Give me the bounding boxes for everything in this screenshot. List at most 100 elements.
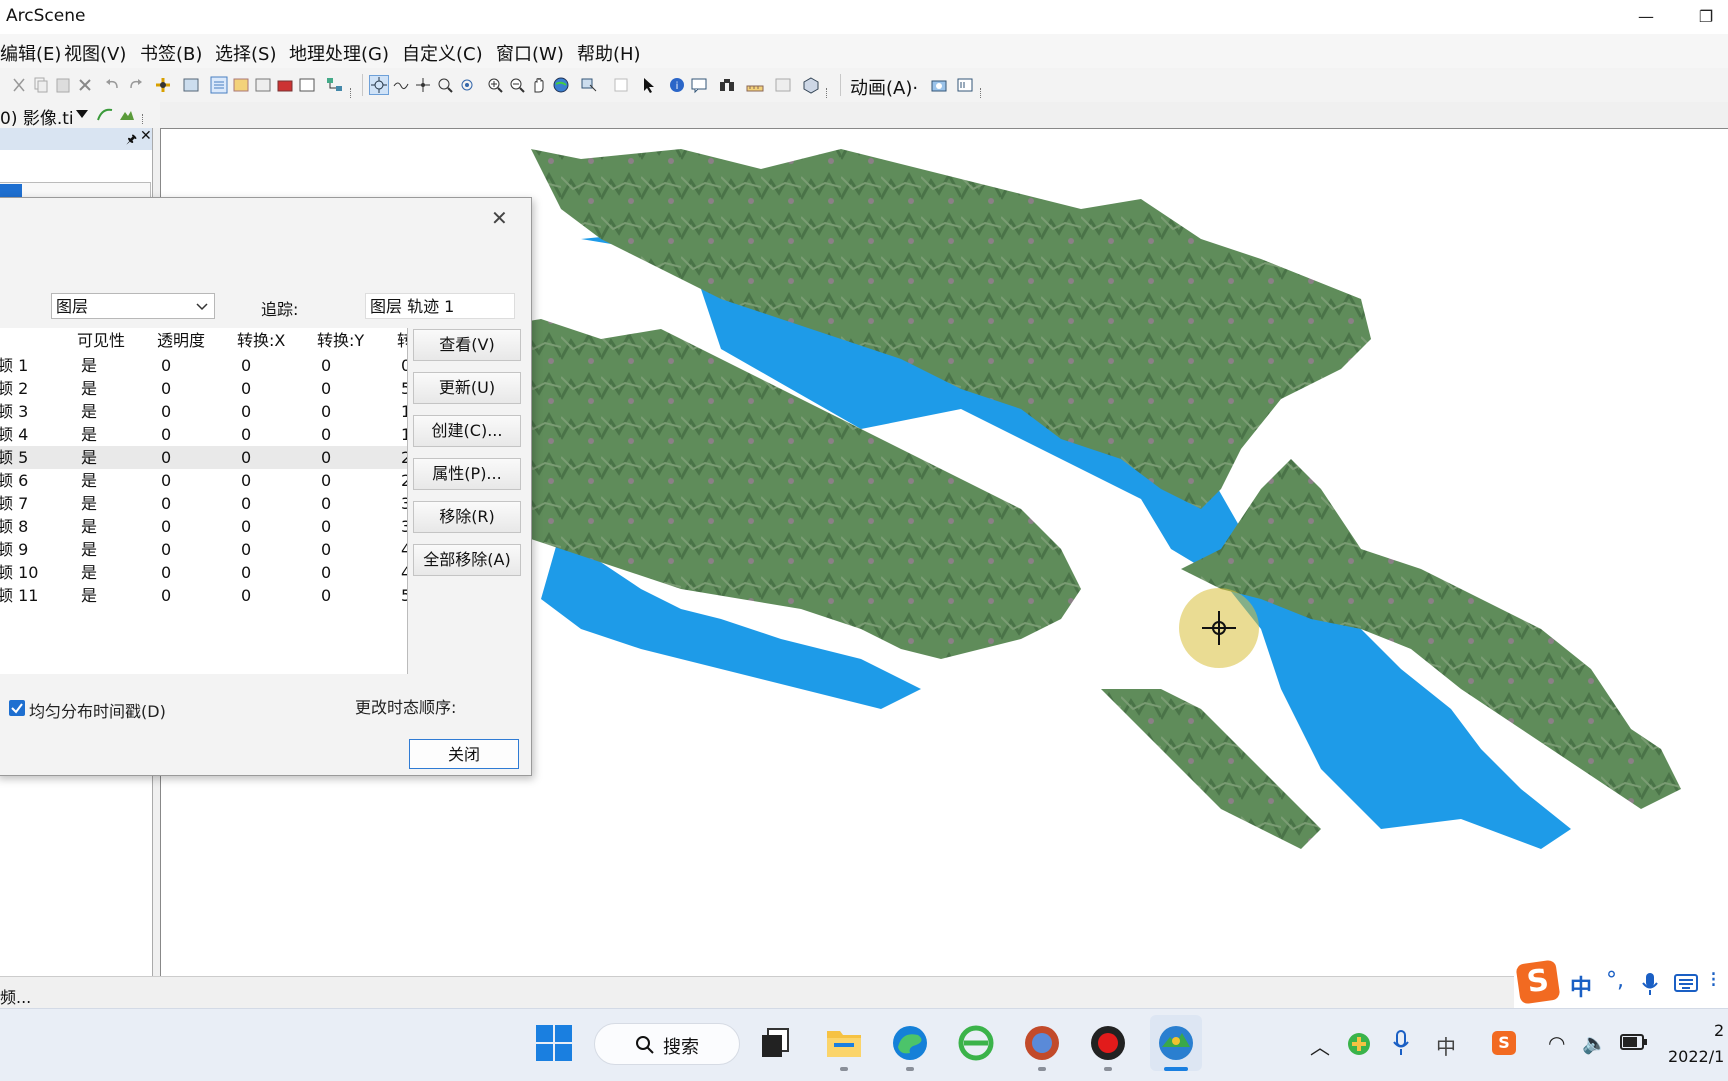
html-popup-icon[interactable] [690,76,708,94]
ime-tray-icon[interactable]: 中 [1436,1031,1456,1060]
volume-icon[interactable]: 🔈 [1582,1031,1607,1055]
table-row[interactable]: 顿 7 是 0 0 0 3 [0,492,407,515]
table-row[interactable]: 顿 3 是 0 0 0 1 [0,400,407,423]
update-button[interactable]: 更新(U) [413,372,521,404]
layer-combo[interactable]: 0) 影像.ti [0,104,74,129]
redo-icon[interactable] [126,76,144,94]
recorder-icon[interactable] [1088,1023,1128,1063]
clear-selection-icon[interactable] [612,76,630,94]
menu-selection[interactable]: 选择(S) [215,40,276,66]
clock-date[interactable]: 2022/1 [1668,1047,1724,1066]
toc-tab-layers[interactable] [0,184,22,198]
table-row[interactable]: 顿 6 是 0 0 0 2 [0,469,407,492]
menu-windows[interactable]: 窗口(W) [496,40,564,66]
search-window-icon[interactable] [254,76,272,94]
taskbar-search[interactable]: 搜索 [594,1023,740,1065]
zoom-out-icon[interactable] [508,76,526,94]
even-timestamps-checkbox[interactable] [9,700,25,716]
track-combo[interactable]: 图层 轨迹 1 [365,293,515,319]
raster-tool-icon[interactable] [96,106,114,124]
select-elements-icon[interactable] [640,76,658,94]
column-header[interactable]: 转换:X [233,328,316,354]
fly-icon[interactable] [392,76,410,94]
add-layer-icon[interactable] [182,76,200,94]
ime-mode[interactable]: 中 [1570,970,1592,1002]
toolbar-grip[interactable] [826,88,833,98]
view-button[interactable]: 查看(V) [413,329,521,361]
pan-icon[interactable] [530,76,548,94]
3d-effects-icon[interactable] [802,76,820,94]
cut-icon[interactable] [10,76,28,94]
column-header[interactable]: 转 [393,328,407,354]
properties-button[interactable]: 属性(P)... [413,458,521,490]
security-tray-icon[interactable] [1346,1031,1372,1057]
swipe-icon[interactable] [774,76,792,94]
minimize-icon[interactable]: — [1624,2,1668,32]
menu-geoprocessing[interactable]: 地理处理(G) [289,40,389,66]
zoom-to-target-icon[interactable] [436,76,454,94]
chevron-down-icon[interactable] [76,110,88,118]
table-row[interactable]: 顿 1 是 0 0 0 0 [0,354,407,377]
model-builder-icon[interactable] [326,76,344,94]
start-icon[interactable] [534,1023,574,1063]
keyboard-icon[interactable] [1674,974,1698,992]
ime-settings-icon[interactable]: ⁝ [1710,968,1717,993]
microphone-icon[interactable] [1642,972,1658,996]
capture-view-icon[interactable] [930,76,948,94]
column-header[interactable]: 可见性 [73,328,156,354]
remove-button[interactable]: 移除(R) [413,501,521,533]
set-observer-icon[interactable] [458,76,476,94]
table-row[interactable]: 顿 5 是 0 0 0 2 [0,446,407,469]
animation-menu[interactable]: 动画(A)· [850,74,918,100]
find-icon[interactable] [718,76,736,94]
python-window-icon[interactable] [298,76,316,94]
table-row[interactable]: 顿 11 是 0 0 0 5 [0,584,407,607]
toolbar-grip[interactable] [980,88,987,98]
file-explorer-icon[interactable] [824,1023,864,1063]
terrain-tool-icon[interactable] [118,106,136,124]
paste-icon[interactable] [54,76,72,94]
ie-browser-icon[interactable] [956,1023,996,1063]
navigate-icon[interactable] [369,75,389,95]
pin-icon[interactable]: 🖈 [126,130,137,151]
toc-toggle-icon[interactable] [210,76,228,94]
clock-time[interactable]: 2 [1714,1021,1724,1040]
toolbar-grip[interactable] [350,88,357,98]
wifi-icon[interactable]: ◠ [1548,1031,1565,1055]
menu-view[interactable]: 视图(V) [64,40,126,66]
copy-icon[interactable] [32,76,50,94]
toolbar-grip[interactable] [142,114,149,124]
table-row[interactable]: 顿 10 是 0 0 0 4 [0,561,407,584]
keyframe-source-combo[interactable]: 图层 [51,293,215,319]
sogou-tray-icon[interactable]: S [1492,1031,1516,1055]
menu-bookmarks[interactable]: 书签(B) [140,40,202,66]
delete-icon[interactable] [76,76,94,94]
target-center-icon[interactable] [414,76,432,94]
menu-edit[interactable]: 编辑(E) [0,40,61,66]
close-icon[interactable]: ✕ [491,206,508,230]
close-button[interactable]: 关闭 [409,739,519,769]
table-row[interactable]: 顿 4 是 0 0 0 1 [0,423,407,446]
create-button[interactable]: 创建(C)... [413,415,521,447]
sogou-icon[interactable]: S [1515,959,1561,1005]
restore-icon[interactable]: ❐ [1684,2,1728,32]
browser-icon[interactable] [1022,1023,1062,1063]
arcscene-taskbar-button[interactable] [1150,1015,1202,1071]
column-header[interactable]: 透明度 [153,328,236,354]
close-icon[interactable]: ✕ [140,128,152,144]
battery-icon[interactable] [1620,1033,1648,1051]
identify-icon[interactable]: i [668,76,686,94]
full-extent-icon[interactable] [552,76,570,94]
chevron-up-icon[interactable]: ︿ [1310,1031,1330,1060]
zoom-in-icon[interactable] [486,76,504,94]
catalog-icon[interactable] [232,76,250,94]
column-header[interactable]: 转换:Y [313,328,396,354]
menu-customize[interactable]: 自定义(C) [402,40,483,66]
add-data-icon[interactable] [154,76,172,94]
undo-icon[interactable] [104,76,122,94]
task-view-icon[interactable] [756,1023,796,1063]
arctoolbox-icon[interactable] [276,76,294,94]
measure-icon[interactable] [746,76,764,94]
remove-all-button[interactable]: 全部移除(A) [413,544,521,576]
punctuation-icon[interactable]: °, [1606,968,1624,993]
